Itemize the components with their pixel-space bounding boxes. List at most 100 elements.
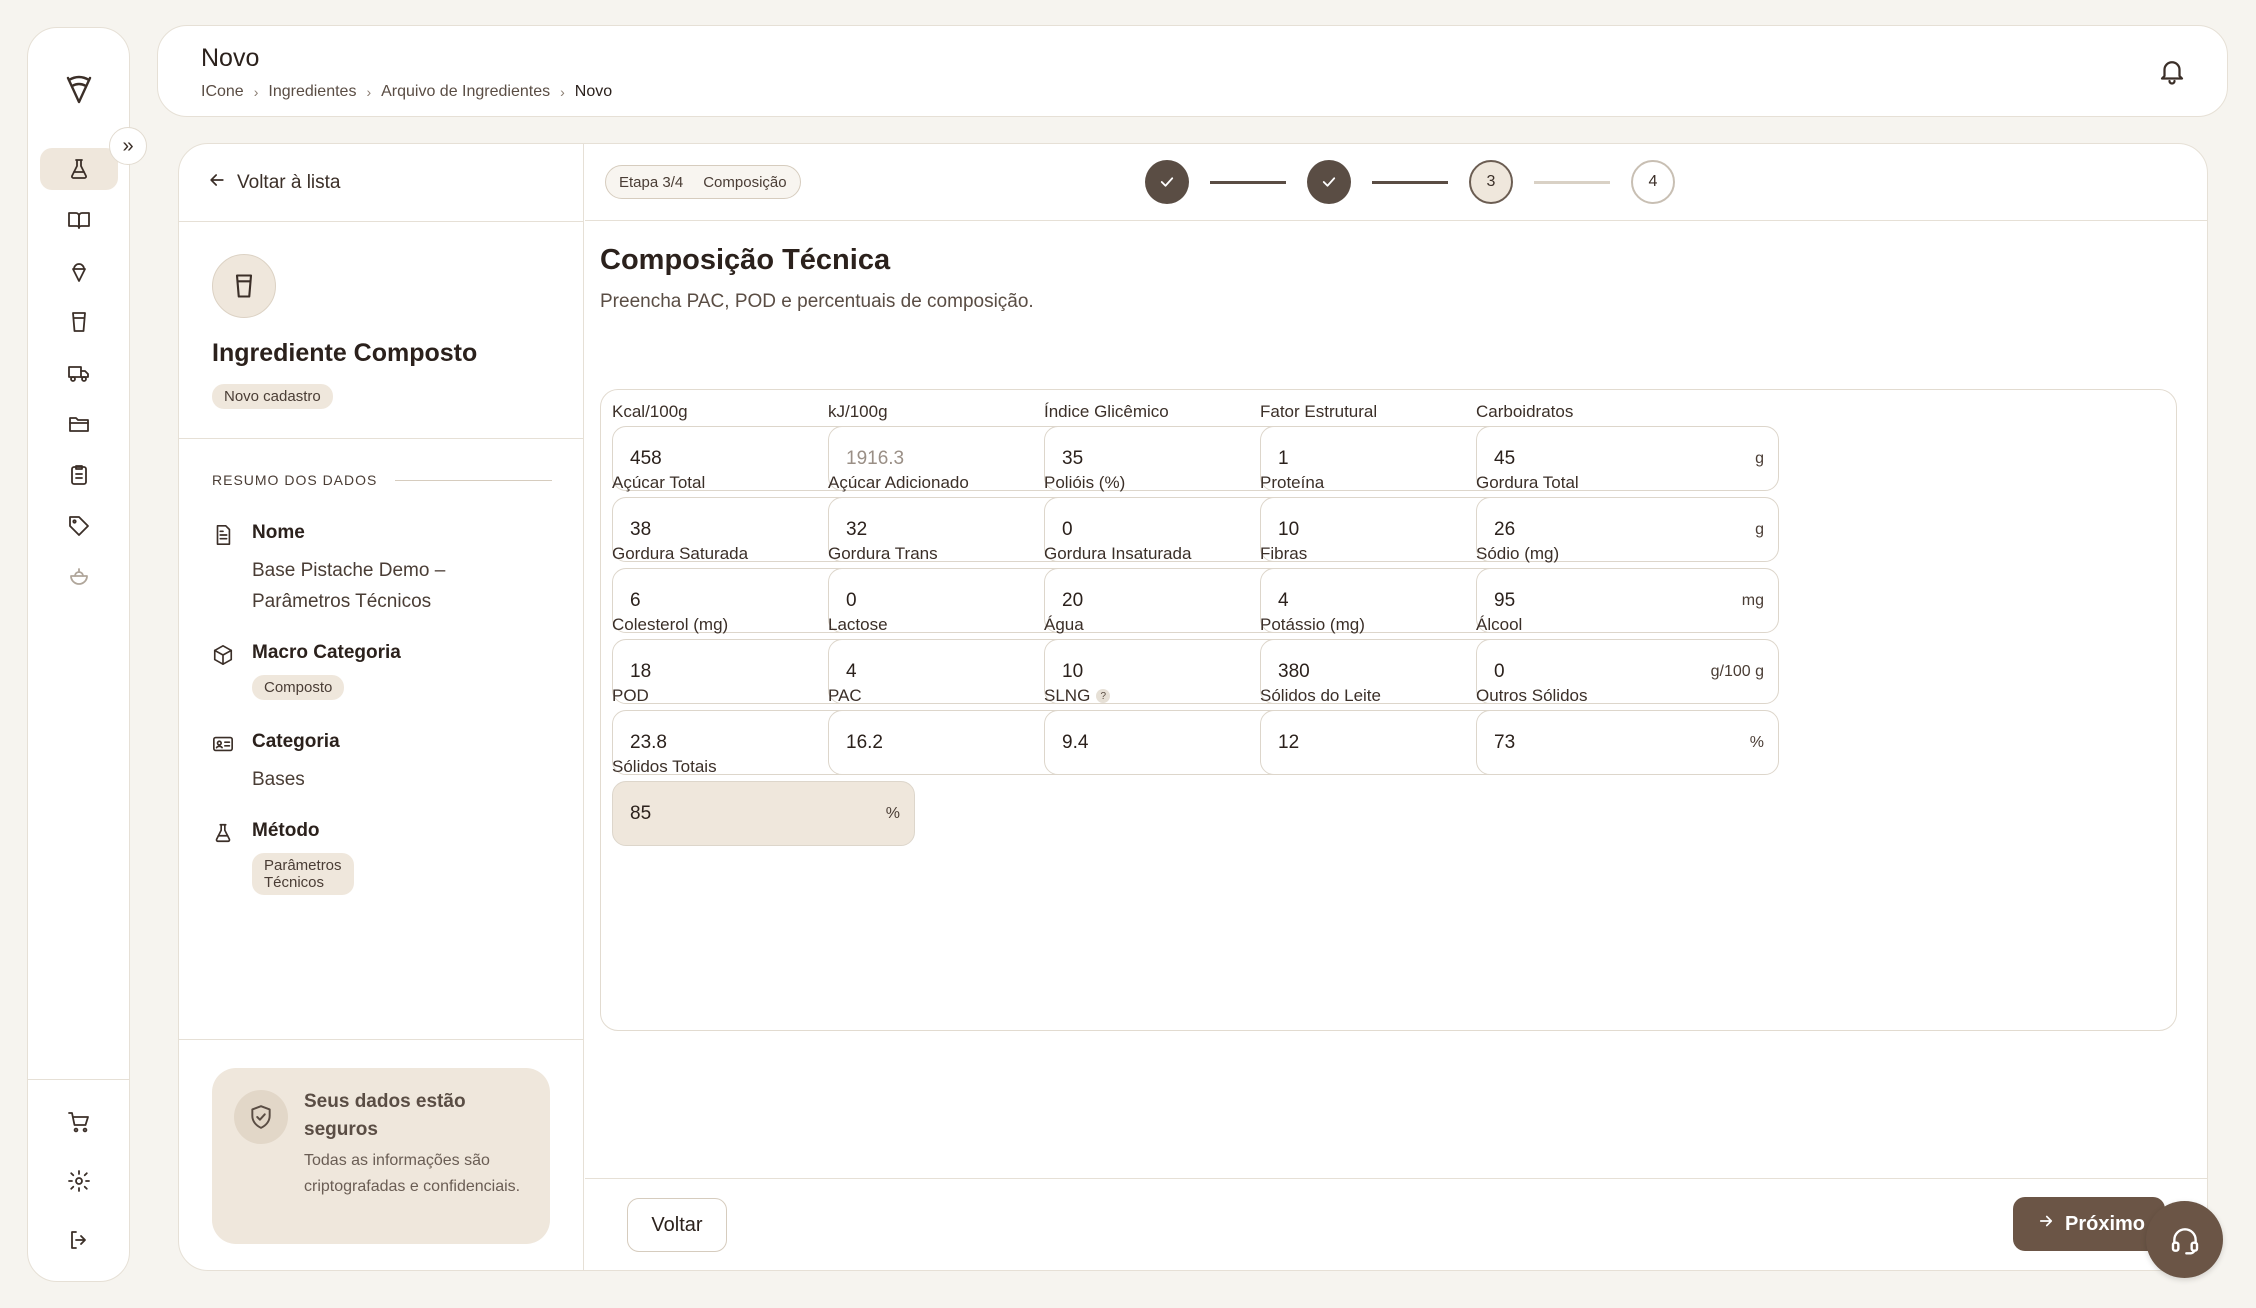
- breadcrumb-item[interactable]: ICone: [201, 83, 244, 101]
- field-label-text: Gordura Saturada: [612, 544, 749, 563]
- sidebar-item-ingredients[interactable]: [40, 148, 118, 190]
- field-label-text: Carboidratos: [1476, 402, 1574, 421]
- step-4[interactable]: 4: [1631, 160, 1675, 204]
- page-title: Novo: [201, 44, 260, 72]
- field-value: 0: [1494, 660, 1505, 682]
- arrow-left-icon: [207, 170, 227, 196]
- security-notice: Seus dados estão seguros Todas as inform…: [212, 1068, 550, 1244]
- field-label-text: Polióis (%): [1044, 473, 1126, 492]
- field-label-text: Água: [1044, 615, 1084, 634]
- field-value: 73: [1494, 731, 1516, 753]
- field-label-text: Gordura Total: [1476, 473, 1579, 492]
- check-icon: [1322, 177, 1336, 187]
- field-label-text: Potássio (mg): [1260, 615, 1365, 634]
- field-label: Outros Sólidos: [1476, 684, 1779, 708]
- security-title: Seus dados estão seguros: [304, 1091, 466, 1140]
- form-subtitle: Preencha PAC, POD e percentuais de compo…: [600, 291, 1034, 312]
- chevron-right-icon: ›: [560, 84, 565, 100]
- summary-panel: Voltar à lista Ingrediente Composto Novo…: [179, 144, 584, 1270]
- next-button-label: Próximo: [2065, 1212, 2146, 1235]
- form-title: Composição Técnica: [600, 244, 891, 276]
- field-label-text: SLNG: [1044, 686, 1091, 705]
- step-name: Composição: [703, 173, 787, 191]
- summary-label: Macro Categoria: [252, 642, 401, 663]
- ingredient-title: Ingrediente Composto: [212, 339, 478, 367]
- field-label-text: Fibras: [1260, 544, 1308, 563]
- app-logo-icon[interactable]: [61, 68, 97, 108]
- flask-icon: [71, 159, 87, 179]
- field-label-text: Índice Glicêmico: [1044, 402, 1169, 421]
- status-badge: Novo cadastro: [212, 384, 333, 409]
- help-icon[interactable]: ?: [1096, 689, 1111, 703]
- sidebar-item-products[interactable]: [40, 250, 118, 292]
- breadcrumb-item[interactable]: Ingredientes: [268, 83, 356, 101]
- field-value: 95: [1494, 589, 1516, 611]
- main-card: Voltar à lista Ingrediente Composto Novo…: [178, 143, 2208, 1271]
- field-input[interactable]: 85%: [612, 781, 915, 846]
- method-badge: Parâmetros Técnicos: [252, 853, 354, 895]
- field-label: Sódio (mg): [1476, 542, 1779, 566]
- field-label: Carboidratos: [1476, 400, 1779, 424]
- shield-check-icon: [234, 1090, 288, 1144]
- truck-icon: [68, 366, 89, 382]
- summary-value: Base Pistache Demo – Parâmetros Técnicos: [252, 555, 445, 617]
- sidebar-item-reports[interactable]: [40, 454, 118, 496]
- cart-icon: [68, 1112, 89, 1133]
- summary-value-line: Base Pistache Demo –: [252, 560, 446, 581]
- breadcrumb-item[interactable]: Arquivo de Ingredientes: [381, 83, 550, 101]
- step-3[interactable]: 3: [1469, 160, 1513, 204]
- sidebar-item-cups[interactable]: [40, 301, 118, 343]
- sidebar: [27, 27, 130, 1282]
- field-label-text: Outros Sólidos: [1476, 686, 1588, 705]
- sidebar-item-bowl[interactable]: [40, 556, 118, 598]
- form-field: Álcool 0 g/100 g: [1476, 613, 1779, 704]
- summary-value: Bases: [252, 769, 305, 790]
- breadcrumb: ICone › Ingredientes › Arquivo de Ingred…: [201, 83, 612, 101]
- arrow-right-icon: [2037, 1212, 2055, 1236]
- sidebar-item-recipes[interactable]: [40, 199, 118, 241]
- field-label-text: Colesterol (mg): [612, 615, 729, 634]
- field-label: Gordura Total: [1476, 471, 1779, 495]
- logout-icon: [71, 1231, 86, 1249]
- field-value: 26: [1494, 518, 1516, 540]
- field-unit: %: [885, 804, 900, 822]
- cup-icon: [72, 312, 86, 332]
- folder-icon: [69, 417, 89, 432]
- clipboard-icon: [71, 465, 87, 485]
- back-to-list-link[interactable]: Voltar à lista: [207, 170, 341, 196]
- sidebar-item-delivery[interactable]: [40, 352, 118, 394]
- divider: [179, 438, 583, 439]
- macro-category-badge: Composto: [252, 675, 345, 700]
- id-card-icon: [213, 736, 233, 752]
- breadcrumb-current: Novo: [574, 83, 613, 100]
- form-field: Sódio (mg) 95 mg: [1476, 542, 1779, 633]
- step-1[interactable]: [1145, 160, 1189, 204]
- sidebar-item-logout[interactable]: [40, 1219, 118, 1261]
- back-to-list-label: Voltar à lista: [237, 172, 341, 193]
- notifications-bell-icon[interactable]: [2157, 56, 2187, 86]
- package-icon: [213, 645, 233, 665]
- sidebar-item-settings[interactable]: [40, 1160, 118, 1202]
- next-button[interactable]: Próximo: [2013, 1197, 2165, 1251]
- field-label-text: Gordura Insaturada: [1044, 544, 1192, 563]
- field-input[interactable]: 73%: [1476, 710, 1779, 775]
- step-2[interactable]: [1307, 160, 1351, 204]
- form-field: Gordura Total 26 g: [1476, 471, 1779, 562]
- ingredient-avatar: [212, 254, 276, 318]
- form-field: Outros Sólidos 73%: [1476, 684, 1779, 775]
- sidebar-divider: [28, 1079, 129, 1080]
- field-label-text: Fator Estrutural: [1260, 402, 1378, 421]
- field-label-text: Açúcar Total: [612, 473, 706, 492]
- sidebar-item-tags[interactable]: [40, 505, 118, 547]
- back-button[interactable]: Voltar: [627, 1198, 727, 1252]
- ice-cream-icon: [72, 263, 86, 282]
- divider: [585, 1178, 2207, 1179]
- page-header: Novo ICone › Ingredientes › Arquivo de I…: [157, 25, 2228, 117]
- sidebar-item-cart[interactable]: [40, 1101, 118, 1143]
- step-count: Etapa 3/4: [619, 173, 684, 191]
- step-connector: [1210, 181, 1286, 184]
- support-chat-button[interactable]: [2146, 1201, 2223, 1278]
- sidebar-item-files[interactable]: [40, 403, 118, 445]
- sidebar-expand-toggle[interactable]: »: [109, 127, 147, 165]
- check-icon: [1160, 177, 1174, 187]
